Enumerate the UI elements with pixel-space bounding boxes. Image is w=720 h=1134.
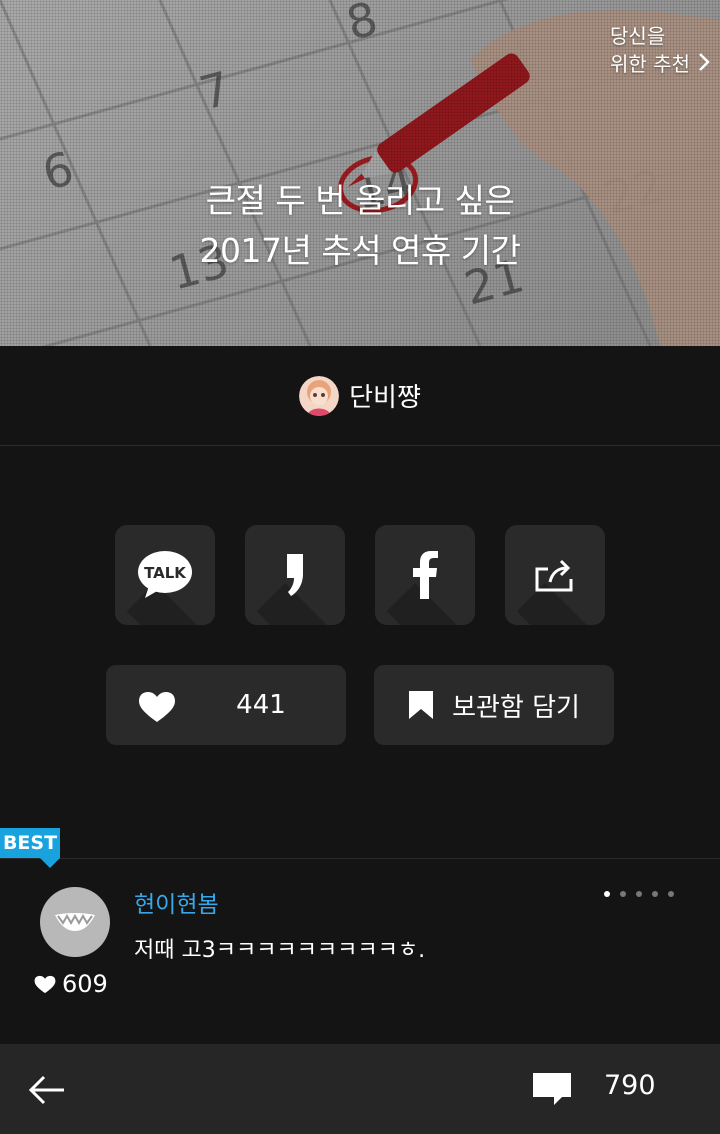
bookmark-icon	[409, 691, 434, 719]
share-kakaostory-button[interactable]	[245, 525, 345, 625]
share-more-button[interactable]	[505, 525, 605, 625]
author-avatar-image	[299, 375, 340, 416]
title-line-1: 큰절 두 번 올리고 싶은	[205, 181, 515, 220]
like-button[interactable]: 441	[106, 665, 346, 745]
comment-icon[interactable]	[532, 1072, 572, 1106]
pager-dot[interactable]	[652, 891, 658, 897]
author-row[interactable]: 단비쨩	[0, 346, 720, 446]
hero-banner[interactable]: 8 7 6 13 14 22 21 큰절 두 번 올리고 싶은 2017년 추석…	[0, 0, 720, 346]
recommend-line-2: 위한 추천	[610, 52, 690, 76]
commenter-avatar[interactable]	[40, 887, 110, 957]
kakaotalk-icon: TALK	[138, 551, 192, 598]
share-icon	[535, 559, 573, 592]
divider	[0, 858, 720, 859]
best-badge: BEST	[0, 828, 60, 858]
comment-like-button[interactable]: 609	[34, 970, 108, 998]
kakaostory-icon	[287, 554, 303, 596]
action-buttons: 441 보관함 담기	[106, 665, 614, 745]
bottom-bar: 790	[0, 1044, 720, 1134]
recommend-line-1: 당신을	[610, 24, 666, 48]
like-count: 441	[236, 690, 286, 720]
comment-count[interactable]: 790	[604, 1070, 656, 1101]
keep-button[interactable]: 보관함 담기	[374, 665, 614, 745]
keep-label: 보관함 담기	[452, 692, 580, 723]
pager-dot[interactable]	[620, 891, 626, 897]
best-badge-tail	[40, 858, 60, 868]
pager-dot[interactable]	[668, 891, 674, 897]
heart-icon	[34, 975, 56, 993]
talk-icon-label: TALK	[144, 564, 187, 582]
share-kakaotalk-button[interactable]: TALK	[115, 525, 215, 625]
author-avatar[interactable]	[299, 375, 340, 416]
share-buttons: TALK	[115, 525, 605, 625]
comment-like-count: 609	[62, 970, 108, 998]
comment-pager[interactable]	[604, 891, 674, 897]
pager-dot[interactable]	[636, 891, 642, 897]
pager-dot-active[interactable]	[604, 891, 610, 897]
comment-text: 저때 고3ㅋㅋㅋㅋㅋㅋㅋㅋㅋㅎ.	[134, 938, 426, 963]
chevron-right-icon	[699, 53, 710, 71]
share-facebook-button[interactable]	[375, 525, 475, 625]
recommend-link[interactable]: 당신을 위한 추천	[610, 22, 710, 78]
title-line-2: 2017년 추석 연휴 기간	[199, 231, 521, 270]
commenter-name[interactable]: 현이현봄	[134, 885, 219, 919]
author-name[interactable]: 단비쨩	[349, 377, 421, 414]
back-arrow-icon[interactable]	[28, 1070, 68, 1110]
facebook-icon	[413, 551, 438, 599]
page-title: 큰절 두 번 올리고 싶은 2017년 추석 연휴 기간	[0, 176, 720, 276]
grin-avatar-icon	[55, 913, 95, 931]
